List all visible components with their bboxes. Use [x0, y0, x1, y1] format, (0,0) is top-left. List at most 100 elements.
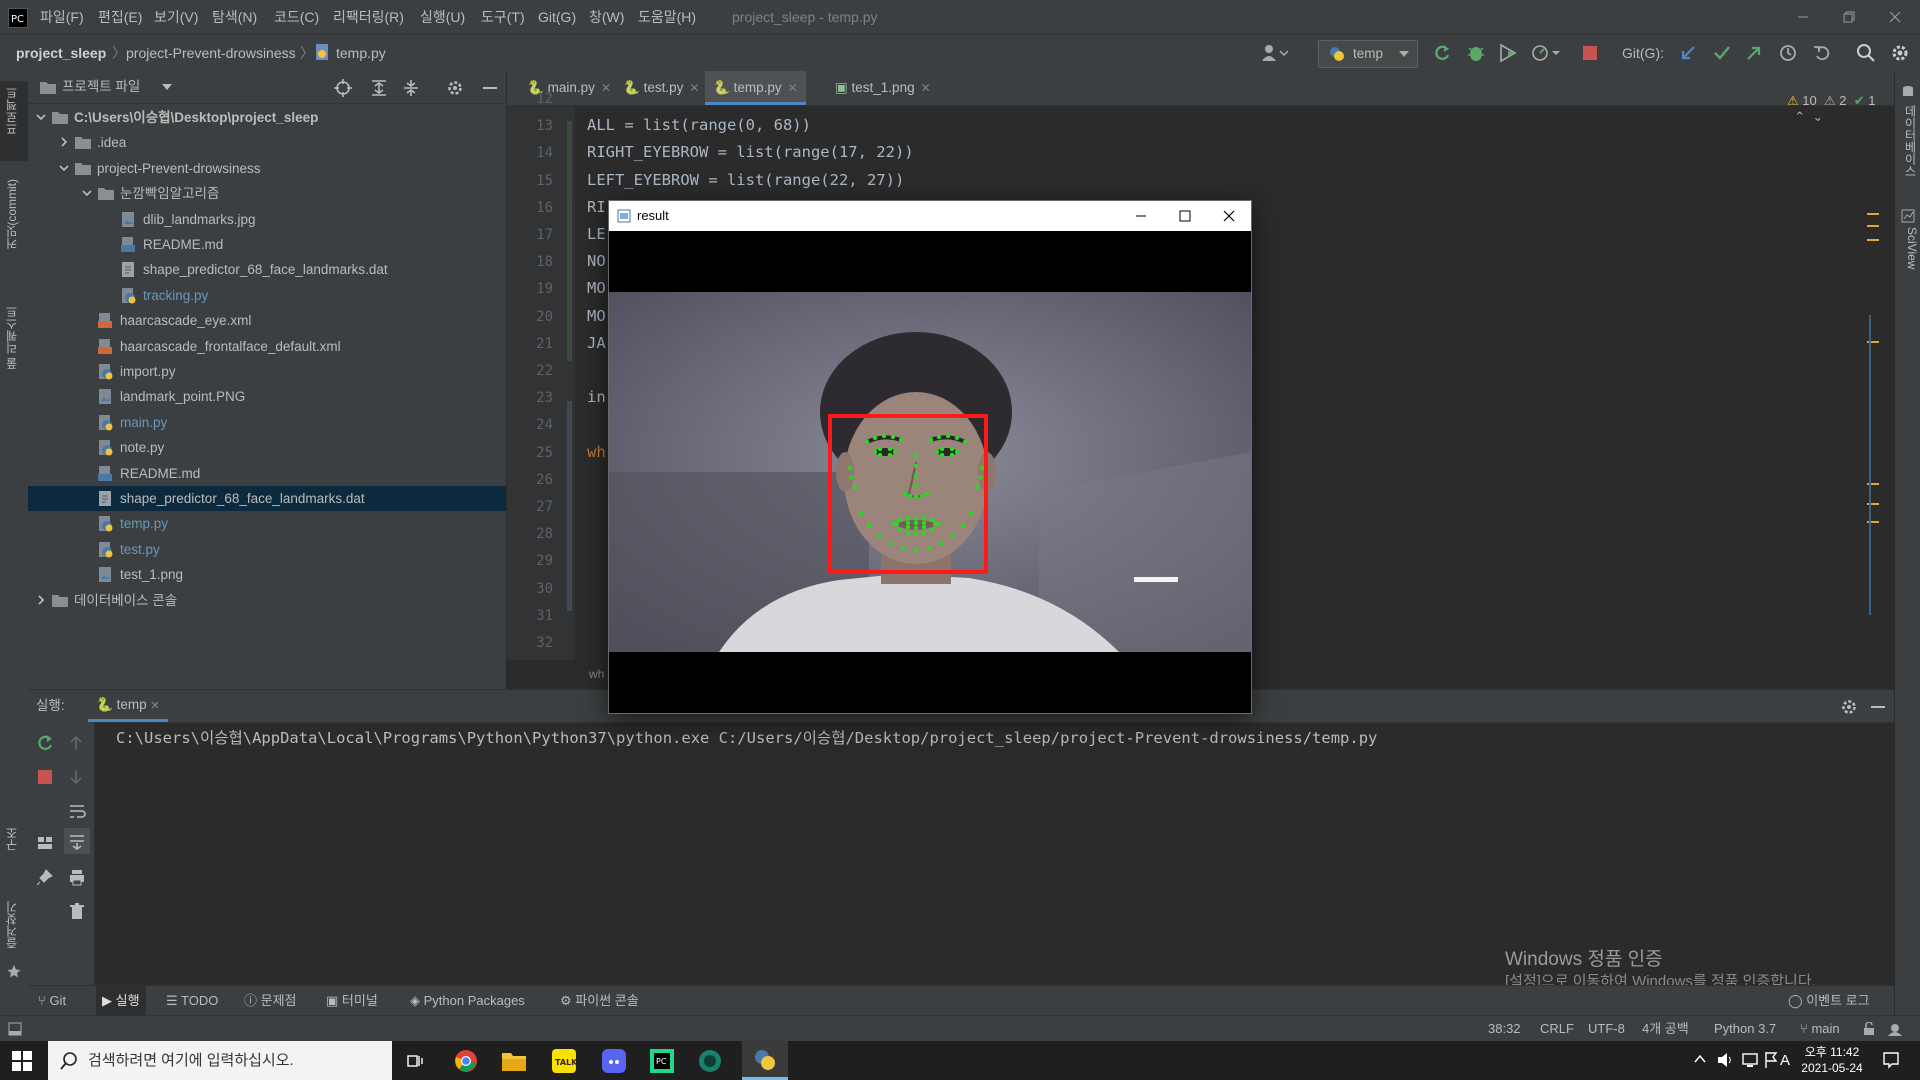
sciview-tool-button[interactable]: SciView [1899, 227, 1919, 269]
project-tool-button[interactable]: 프로젝트 [0, 81, 28, 161]
app-icon[interactable] [698, 1049, 722, 1073]
collapse-all-icon[interactable] [402, 79, 420, 97]
menu-file[interactable]: 파일(F) [40, 0, 84, 34]
run-config-selector[interactable]: temp [1318, 40, 1418, 68]
tree-item[interactable]: test.py [28, 537, 506, 562]
tree-item[interactable]: test_1.png [28, 562, 506, 587]
layout-icon[interactable] [36, 834, 54, 852]
toggle-tool-windows-icon[interactable] [8, 1022, 22, 1036]
restore-button[interactable] [1826, 0, 1872, 34]
database-tool-button[interactable]: 데이터베이스 [1899, 105, 1919, 177]
menu-tools[interactable]: 도구(T) [481, 0, 525, 34]
menu-window[interactable]: 창(W) [589, 0, 624, 34]
discord-icon[interactable] [602, 1049, 626, 1073]
arrow-down-icon[interactable] [68, 768, 84, 786]
chevron-right-icon[interactable] [59, 137, 69, 147]
search-icon[interactable] [1856, 43, 1876, 63]
project-view-selector[interactable]: 프로젝트 파일 [62, 71, 140, 103]
windows-start-icon[interactable] [12, 1051, 32, 1071]
ime-indicator[interactable]: A [1768, 1041, 1790, 1080]
breadcrumb-file[interactable]: temp.py [336, 35, 386, 71]
tree-item[interactable]: C:\Users\이승협\Desktop\project_sleep [28, 105, 506, 130]
tool-terminal[interactable]: ▣ 터미널 [326, 986, 378, 1016]
tree-item[interactable]: .idea [28, 130, 506, 155]
tool-todo[interactable]: ☰ TODO [166, 986, 218, 1016]
tab-test-py[interactable]: 🐍 test.py ✕ [615, 71, 707, 105]
chevron-down-icon[interactable] [162, 84, 172, 92]
menu-navigate[interactable]: 탐색(N) [212, 0, 257, 34]
stop-icon[interactable] [1580, 43, 1600, 63]
python-interpreter[interactable]: Python 3.7 [1714, 1016, 1776, 1042]
git-update-icon[interactable] [1678, 43, 1698, 63]
warning-marker[interactable] [1867, 225, 1879, 227]
tree-item[interactable]: main.py [28, 410, 506, 435]
file-encoding[interactable]: UTF-8 [1588, 1016, 1625, 1042]
trash-icon[interactable] [68, 902, 86, 920]
notification-center-icon[interactable] [1882, 1051, 1900, 1069]
taskbar-search-box[interactable]: 검색하려면 여기에 입력하십시오. [48, 1041, 392, 1080]
tool-python-console[interactable]: ⚙ 파이썬 콘솔 [560, 986, 639, 1016]
menu-code[interactable]: 코드(C) [274, 0, 319, 34]
tool-git[interactable]: ⑂ Git [38, 986, 66, 1016]
commit-tool-button[interactable]: 커밋(commit) [3, 179, 25, 250]
coverage-icon[interactable] [1498, 43, 1518, 63]
tree-item[interactable]: project-Prevent-drowsiness [28, 156, 506, 181]
print-icon[interactable] [68, 868, 86, 886]
rollback-icon[interactable] [1812, 43, 1832, 63]
arrow-up-icon[interactable] [68, 734, 84, 752]
tree-item[interactable]: shape_predictor_68_face_landmarks.dat [28, 486, 506, 511]
settings-gear-icon[interactable] [1840, 698, 1858, 716]
tab-temp-py[interactable]: 🐍 temp.py ✕ [705, 71, 806, 105]
file-explorer-icon[interactable] [502, 1050, 526, 1072]
breadcrumb-folder[interactable]: project-Prevent-drowsiness [126, 35, 296, 71]
tab-test-1-png[interactable]: ▣ test_1.png ✕ [827, 71, 939, 105]
scroll-to-end-button[interactable] [64, 828, 90, 854]
kakaotalk-icon[interactable]: TALK [552, 1049, 576, 1073]
python-window-taskbar-button[interactable] [742, 1041, 788, 1080]
result-window[interactable]: result [608, 200, 1252, 714]
locate-file-icon[interactable] [334, 79, 352, 97]
favorites-tool-button[interactable]: 즐겨찾기 [3, 901, 25, 949]
task-view-icon[interactable] [406, 1052, 424, 1070]
tree-item[interactable]: README.md [28, 461, 506, 486]
tree-item[interactable]: haarcascade_frontalface_default.xml [28, 334, 506, 359]
stop-icon[interactable] [36, 768, 54, 786]
hide-panel-icon[interactable] [482, 79, 498, 97]
menu-refactor[interactable]: 리팩터링(R) [333, 0, 404, 34]
chevron-down-icon[interactable] [82, 188, 92, 198]
tree-item[interactable]: tracking.py [28, 283, 506, 308]
menu-run[interactable]: 실행(U) [420, 0, 465, 34]
debug-icon[interactable] [1466, 43, 1486, 63]
warning-marker[interactable] [1867, 213, 1879, 215]
structure-tool-button[interactable]: 구조 [3, 827, 25, 851]
hide-panel-icon[interactable] [1870, 698, 1886, 716]
tree-item[interactable]: 눈깜빡임알고리즘 [28, 181, 506, 206]
pull-request-tool-button[interactable]: 풀 리퀘스트 [3, 306, 25, 369]
minimize-button[interactable] [1780, 0, 1826, 34]
chevron-down-icon[interactable]: ⌄ [1812, 109, 1823, 124]
minimize-button[interactable] [1119, 201, 1163, 231]
code-breadcrumb[interactable]: wh [589, 667, 604, 681]
close-icon[interactable]: ✕ [601, 81, 611, 95]
indent-setting[interactable]: 4개 공백 [1642, 1016, 1689, 1042]
lock-icon[interactable] [1862, 1022, 1876, 1036]
chevron-right-icon[interactable] [36, 595, 46, 605]
maximize-button[interactable] [1163, 201, 1207, 231]
error-stripe[interactable] [1867, 105, 1881, 660]
tree-item[interactable]: temp.py [28, 511, 506, 536]
profile-icon[interactable] [1530, 43, 1560, 63]
menu-edit[interactable]: 편집(E) [98, 0, 142, 34]
tool-python-packages[interactable]: ◈ Python Packages [410, 986, 525, 1016]
tree-item[interactable]: dlib_landmarks.jpg [28, 207, 506, 232]
event-notification-icon[interactable] [1888, 1022, 1906, 1036]
tree-item[interactable]: README.md [28, 232, 506, 257]
tray-chevron-up-icon[interactable] [1694, 1053, 1706, 1065]
pycharm-taskbar-icon[interactable]: PC [650, 1049, 674, 1073]
chevron-down-icon[interactable] [59, 163, 69, 173]
close-icon[interactable]: ✕ [689, 81, 699, 95]
menu-view[interactable]: 보기(V) [154, 0, 198, 34]
menu-git[interactable]: Git(G) [538, 0, 576, 34]
git-push-icon[interactable] [1744, 43, 1764, 63]
git-commit-icon[interactable] [1712, 43, 1732, 63]
tool-run[interactable]: ▶ 실행 [96, 986, 146, 1016]
